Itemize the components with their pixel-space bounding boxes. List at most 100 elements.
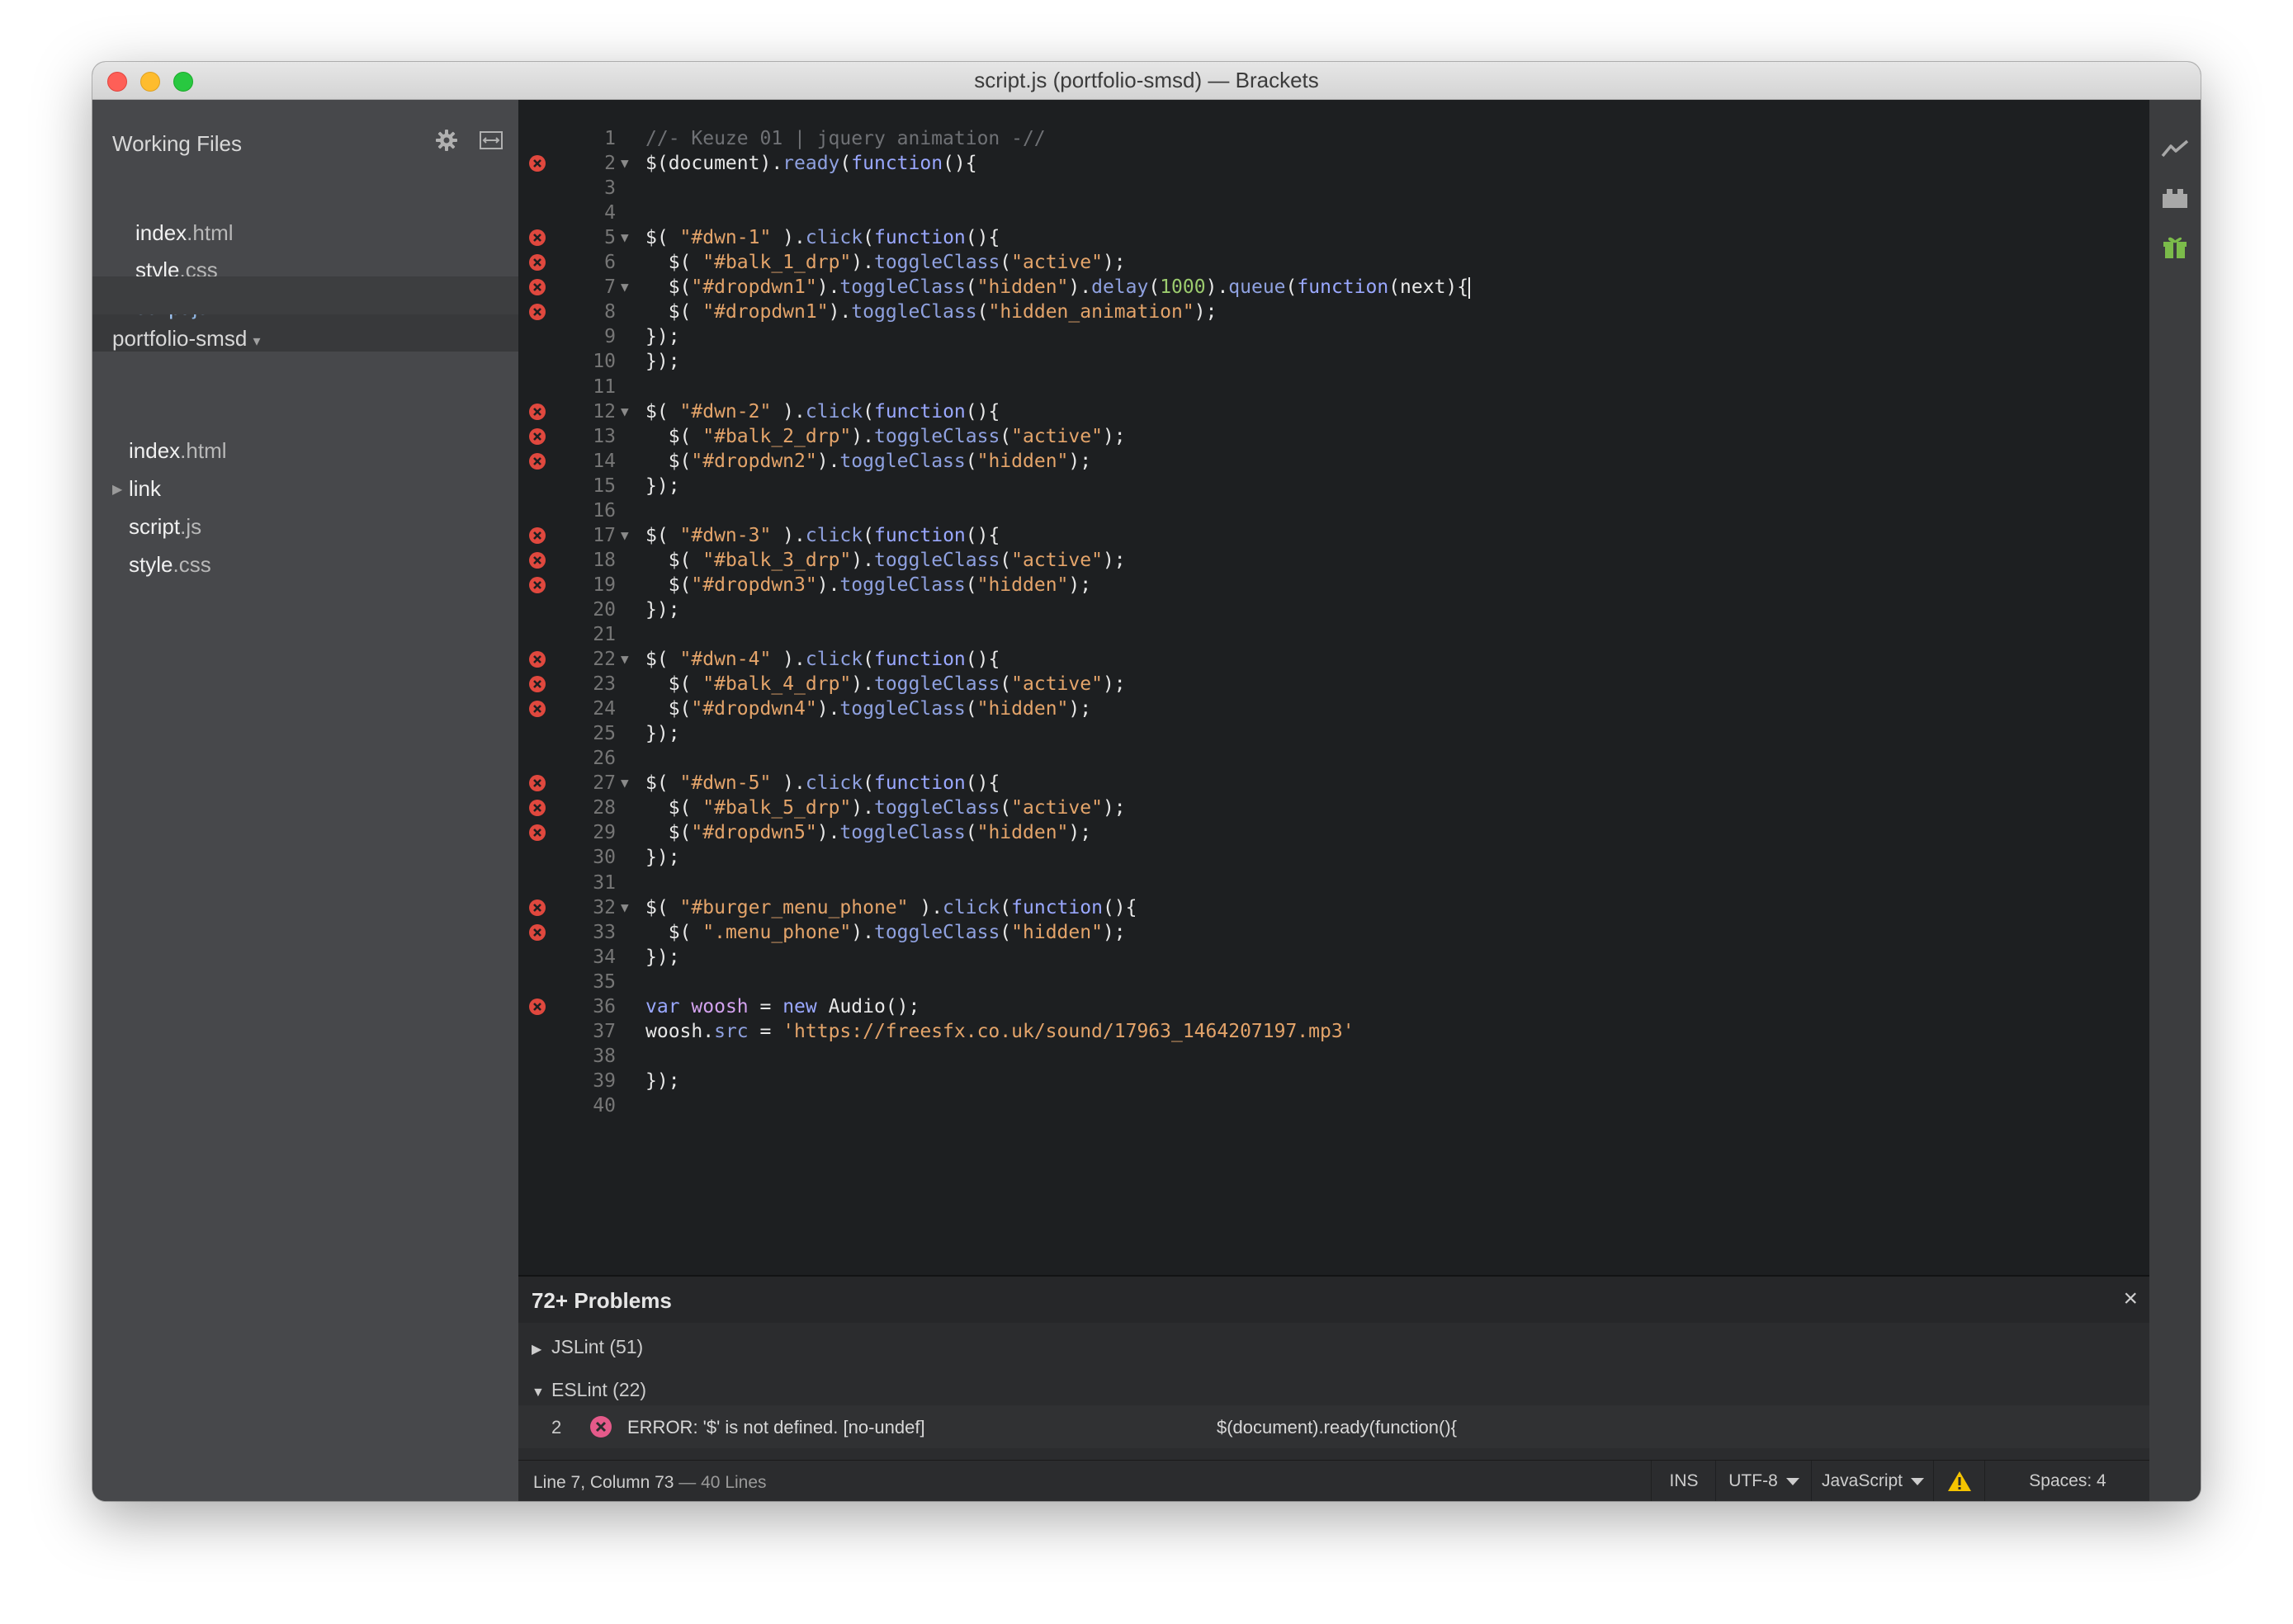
code-token: $(	[645, 400, 680, 423]
code-line[interactable]: 7 ▼ $("#dropdwn1").toggleClass("hidden").…	[518, 275, 2149, 300]
code-line[interactable]: 38	[518, 1044, 2149, 1069]
error-icon[interactable]	[528, 452, 546, 470]
code-line[interactable]: 31	[518, 871, 2149, 895]
code-line[interactable]: 16	[518, 498, 2149, 523]
code-line[interactable]: 12 ▼ $( "#dwn-2" ).click(function(){	[518, 399, 2149, 424]
code-line[interactable]: 36 var woosh = new Audio();	[518, 994, 2149, 1019]
error-icon[interactable]	[528, 303, 546, 321]
extension-manager-icon[interactable]	[2161, 186, 2189, 210]
code-text: var woosh = new Audio();	[645, 994, 920, 1019]
error-icon[interactable]	[528, 551, 546, 569]
error-icon[interactable]	[528, 526, 546, 545]
code-line[interactable]: 8 $( "#dropdwn1").toggleClass("hidden_an…	[518, 300, 2149, 324]
file-extension: .js	[180, 514, 202, 539]
code-line[interactable]: 21	[518, 622, 2149, 647]
code-line[interactable]: 28 $( "#balk_5_drp").toggleClass("active…	[518, 795, 2149, 820]
working-file-item[interactable]: index.html	[135, 220, 234, 246]
fold-toggle-icon[interactable]: ▼	[621, 523, 629, 548]
code-line[interactable]: 15});	[518, 474, 2149, 498]
code-line[interactable]: 5 ▼ $( "#dwn-1" ).click(function(){	[518, 225, 2149, 250]
error-icon[interactable]	[528, 576, 546, 594]
code-editor[interactable]: 1//- Keuze 01 | jquery animation -//2 ▼ $(…	[518, 100, 2149, 1275]
live-preview-icon[interactable]	[2161, 136, 2189, 161]
code-line[interactable]: 13 $( "#balk_2_drp").toggleClass("active…	[518, 424, 2149, 449]
line-number: 17	[593, 524, 616, 546]
indentation-setting[interactable]: Spaces: 4	[1984, 1461, 2150, 1501]
fold-toggle-icon[interactable]: ▼	[621, 647, 629, 672]
language-dropdown[interactable]: JavaScript	[1811, 1461, 1934, 1501]
code-line[interactable]: 10});	[518, 349, 2149, 374]
code-token: );	[1194, 301, 1217, 323]
extract-icon[interactable]	[2161, 235, 2189, 260]
code-line[interactable]: 40	[518, 1093, 2149, 1118]
tree-file-item[interactable]: index.html	[129, 438, 227, 464]
code-line[interactable]: 37 woosh.src = 'https://freesfx.co.uk/sou…	[518, 1019, 2149, 1044]
error-icon[interactable]	[528, 774, 546, 792]
problem-group-eslint[interactable]: ▼ ESLint (22)	[532, 1379, 646, 1401]
code-line[interactable]: 30});	[518, 845, 2149, 870]
error-icon[interactable]	[528, 824, 546, 842]
code-line[interactable]: 35	[518, 970, 2149, 994]
error-icon[interactable]	[528, 403, 546, 421]
code-line[interactable]: 9});	[518, 324, 2149, 349]
code-line[interactable]: 24 $("#dropdwn4").toggleClass("hidden");	[518, 696, 2149, 721]
error-icon[interactable]	[528, 427, 546, 446]
fold-toggle-icon[interactable]: ▼	[621, 151, 629, 176]
error-icon[interactable]	[528, 998, 546, 1016]
split-view-icon[interactable]	[479, 130, 504, 151]
error-icon[interactable]	[528, 229, 546, 247]
chevron-right-icon[interactable]: ▶	[112, 481, 122, 498]
tree-file-item[interactable]: script.js	[129, 514, 201, 540]
project-dropdown[interactable]: portfolio-smsd ▾	[112, 326, 261, 352]
gear-icon[interactable]	[434, 128, 459, 153]
code-line[interactable]: 14 $("#dropdwn2").toggleClass("hidden");	[518, 449, 2149, 474]
code-line[interactable]: 33 $( ".menu_phone").toggleClass("hidden…	[518, 920, 2149, 945]
code-line[interactable]: 23 $( "#balk_4_drp").toggleClass("active…	[518, 672, 2149, 696]
encoding-dropdown[interactable]: UTF-8	[1715, 1461, 1812, 1501]
cursor-position[interactable]: Line 7, Column 73 — 40 Lines	[533, 1473, 767, 1493]
code-line[interactable]: 17 ▼ $( "#dwn-3" ).click(function(){	[518, 523, 2149, 548]
code-line[interactable]: 2 ▼ $(document).ready(function(){	[518, 151, 2149, 176]
code-line[interactable]: 20});	[518, 597, 2149, 622]
code-line[interactable]: 27 ▼ $( "#dwn-5" ).click(function(){	[518, 771, 2149, 795]
fold-toggle-icon[interactable]: ▼	[621, 399, 629, 424]
error-icon[interactable]	[528, 799, 546, 817]
code-token: (	[965, 698, 977, 720]
fold-toggle-icon[interactable]: ▼	[621, 225, 629, 250]
code-line[interactable]: 1 //- Keuze 01 | jquery animation -//	[518, 126, 2149, 151]
error-icon[interactable]	[528, 154, 546, 172]
insert-mode-toggle[interactable]: INS	[1651, 1461, 1716, 1501]
code-line[interactable]: 22 ▼ $( "#dwn-4" ).click(function(){	[518, 647, 2149, 672]
problem-row[interactable]: 2 ERROR: '$' is not defined. [no-undef] …	[518, 1405, 2149, 1448]
tree-file-item[interactable]: style.css	[129, 552, 211, 578]
line-number: 37	[593, 1020, 616, 1042]
error-icon[interactable]	[528, 278, 546, 296]
code-line[interactable]: 25});	[518, 721, 2149, 746]
code-line[interactable]: 11	[518, 375, 2149, 399]
problem-group-jslint[interactable]: ▶ JSLint (51)	[532, 1336, 643, 1358]
error-icon[interactable]	[528, 253, 546, 271]
error-icon[interactable]	[528, 923, 546, 942]
code-line[interactable]: 6 $( "#balk_1_drp").toggleClass("active"…	[518, 250, 2149, 275]
code-line[interactable]: 4	[518, 201, 2149, 225]
code-line[interactable]: 34});	[518, 945, 2149, 970]
error-icon[interactable]	[528, 899, 546, 917]
linter-status[interactable]	[1933, 1461, 1985, 1501]
code-line[interactable]: 19 $("#dropdwn3").toggleClass("hidden");	[518, 573, 2149, 597]
fold-toggle-icon[interactable]: ▼	[621, 895, 629, 920]
fold-toggle-icon[interactable]: ▼	[621, 771, 629, 795]
code-text: $( "#dwn-5" ).click(function(){	[645, 771, 1000, 795]
code-line[interactable]: 39});	[518, 1069, 2149, 1093]
close-icon[interactable]: ×	[2123, 1285, 2138, 1313]
error-icon[interactable]	[528, 675, 546, 693]
tree-folder-item[interactable]: link	[129, 476, 161, 502]
code-line[interactable]: 18 $( "#balk_3_drp").toggleClass("active…	[518, 548, 2149, 573]
code-line[interactable]: 29 $("#dropdwn5").toggleClass("hidden");	[518, 820, 2149, 845]
code-line[interactable]: 3	[518, 176, 2149, 201]
fold-toggle-icon[interactable]: ▼	[621, 275, 629, 300]
error-icon[interactable]	[528, 650, 546, 668]
code-line[interactable]: 32 ▼ $( "#burger_menu_phone" ).click(funct…	[518, 895, 2149, 920]
code-token: var	[645, 995, 680, 1017]
code-line[interactable]: 26	[518, 746, 2149, 771]
error-icon[interactable]	[528, 700, 546, 718]
